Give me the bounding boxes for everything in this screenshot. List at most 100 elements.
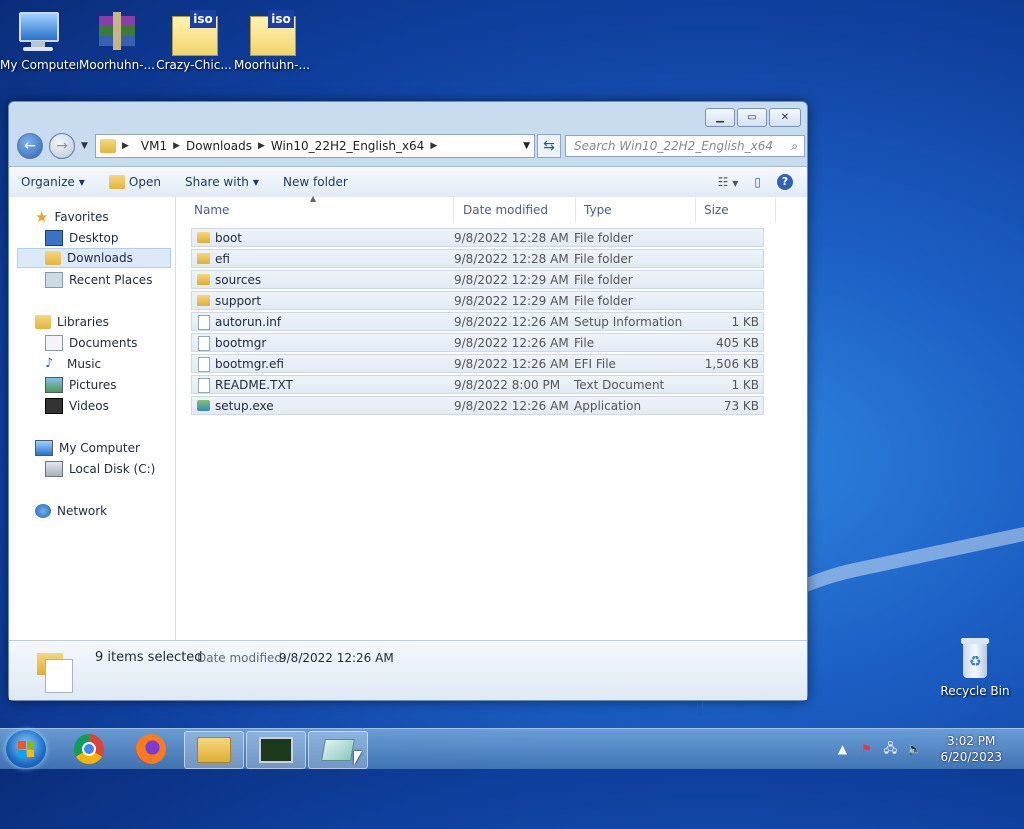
column-header-name[interactable]: Name ▲	[186, 194, 454, 223]
search-icon[interactable]: ⌕	[791, 139, 798, 154]
forward-button[interactable]: →	[49, 133, 75, 159]
details-pane: 9 items selected Date modified: 9/8/2022…	[9, 640, 807, 700]
table-row[interactable]: README.TXT 9/8/2022 8:00 PM Text Document 1…	[191, 375, 764, 394]
network-status-icon[interactable]: 🖧	[881, 739, 899, 760]
desktop-icon-moorhuhn-archive[interactable]: Moorhuhn-...	[78, 2, 156, 72]
nav-libraries[interactable]: Libraries	[35, 312, 109, 332]
breadcrumb-chevron-icon[interactable]: ▶	[430, 141, 437, 151]
file-date: 9/8/2022 12:29 AM	[454, 294, 569, 308]
documents-icon	[45, 335, 63, 351]
desktop-icon-moorhuhn-iso[interactable]: iso Moorhuhn-...	[233, 2, 311, 72]
show-hidden-icons-button[interactable]: ▲	[833, 742, 851, 756]
taskbar-windows-explorer[interactable]	[184, 731, 244, 769]
explorer-window[interactable]: ▁ ▭ ✕ ← → ▼ ▶ VM1 ▶ Downloads ▶ Win10_22…	[8, 101, 808, 701]
desktop-icon-recycle-bin[interactable]: ♻ Recycle Bin	[936, 628, 1014, 698]
organize-button[interactable]: Organize ▼	[9, 175, 97, 189]
share-with-label: Share with	[184, 175, 249, 189]
nav-label: Network	[57, 504, 108, 518]
nav-documents[interactable]: Documents	[45, 333, 137, 353]
nav-network[interactable]: Network	[35, 501, 107, 521]
maximize-button[interactable]: ▭	[737, 108, 767, 127]
recent-pages-dropdown-icon[interactable]: ▼	[81, 141, 88, 151]
file-name: bootmgr.efi	[215, 357, 284, 371]
column-header-type[interactable]: Type	[576, 197, 696, 223]
file-date: 9/8/2022 12:26 AM	[454, 315, 569, 329]
address-dropdown-icon[interactable]: ▼	[523, 141, 530, 151]
network-icon	[35, 504, 51, 518]
nav-desktop[interactable]: Desktop	[45, 228, 119, 248]
file-size: 405 KB	[716, 336, 759, 350]
breadcrumb-chevron-icon[interactable]: ▶	[258, 141, 265, 151]
help-icon[interactable]: ?	[777, 174, 793, 190]
chrome-icon	[74, 734, 104, 764]
breadcrumb-chevron-icon[interactable]: ▶	[173, 141, 180, 151]
file-size: 73 KB	[723, 399, 759, 413]
back-button[interactable]: ←	[17, 133, 43, 159]
search-input[interactable]: Search Win10_22H2_English_x64 ⌕	[565, 135, 805, 157]
file-type: File folder	[574, 273, 633, 287]
file-type: EFI File	[574, 357, 616, 371]
refresh-button[interactable]: ⇆	[537, 134, 561, 158]
table-row[interactable]: setup.exe 9/8/2022 12:26 AM Application 73 …	[191, 396, 764, 415]
nav-recent-places[interactable]: Recent Places	[45, 270, 152, 290]
table-row[interactable]: sources 9/8/2022 12:29 AM File folder	[191, 270, 764, 289]
start-button[interactable]	[6, 730, 46, 768]
navigation-pane: ★ Favorites Desktop Downloads Recent Pla…	[9, 197, 176, 640]
table-row[interactable]: boot 9/8/2022 12:28 AM File folder	[191, 228, 764, 247]
breadcrumb-win10-folder[interactable]: Win10_22H2_English_x64	[265, 139, 430, 153]
breadcrumb-vm1[interactable]: VM1	[135, 139, 173, 153]
command-bar: Organize ▼ Open Share with ▼ New folder …	[9, 166, 807, 198]
column-header-date[interactable]: Date modified	[455, 197, 576, 223]
chevron-down-icon: ▼	[252, 177, 260, 187]
table-row[interactable]: bootmgr.efi 9/8/2022 12:26 AM EFI File 1,50…	[191, 354, 764, 373]
breadcrumb-chevron-icon[interactable]: ▶	[116, 141, 135, 151]
taskbar-firefox[interactable]	[122, 731, 180, 767]
nav-my-computer[interactable]: My Computer	[35, 438, 140, 458]
caption-buttons: ▁ ▭ ✕	[705, 108, 801, 127]
minimize-button[interactable]: ▁	[705, 108, 735, 127]
table-row[interactable]: support 9/8/2022 12:29 AM File folder	[191, 291, 764, 310]
file-icon	[198, 357, 210, 372]
table-row[interactable]: autorun.inf 9/8/2022 12:26 AM Setup Inform…	[191, 312, 764, 331]
clock-date: 6/20/2023	[940, 750, 1002, 764]
table-row[interactable]: efi 9/8/2022 12:28 AM File folder	[191, 249, 764, 268]
nav-music[interactable]: ♪ Music	[45, 354, 101, 374]
desktop-icon-my-computer[interactable]: My Computer	[0, 2, 78, 72]
preview-pane-icon[interactable]: ▯	[754, 175, 761, 189]
nav-local-disk[interactable]: Local Disk (C:)	[45, 459, 155, 479]
action-center-warning-icon[interactable]: ⚑	[857, 742, 875, 756]
taskbar-chrome[interactable]	[60, 731, 118, 767]
open-label: Open	[128, 175, 161, 189]
new-folder-button[interactable]: New folder	[271, 175, 360, 189]
file-name: efi	[215, 252, 230, 266]
change-view-button[interactable]: ☷ ▼	[718, 175, 739, 189]
file-name: autorun.inf	[215, 315, 282, 329]
column-header-size[interactable]: Size	[696, 197, 776, 223]
nav-videos[interactable]: Videos	[45, 396, 109, 416]
volume-muted-icon[interactable]: 🔈	[905, 742, 923, 756]
open-button[interactable]: Open	[97, 175, 173, 189]
table-row[interactable]: bootmgr 9/8/2022 12:26 AM File 405 KB	[191, 333, 764, 352]
nav-pictures[interactable]: Pictures	[45, 375, 117, 395]
close-button[interactable]: ✕	[769, 108, 801, 127]
column-label: Date modified	[463, 203, 549, 217]
file-name: sources	[215, 273, 262, 287]
nav-favorites[interactable]: ★ Favorites	[35, 207, 109, 227]
file-icon	[198, 378, 210, 393]
breadcrumb-downloads[interactable]: Downloads	[180, 139, 258, 153]
desktop-icon-crazy-chicken-iso[interactable]: iso Crazy-Chic...	[155, 2, 233, 72]
file-name: bootmgr	[215, 336, 267, 350]
multiple-files-icon	[37, 649, 73, 693]
explorer-folder-icon	[197, 737, 231, 763]
nav-downloads[interactable]: Downloads	[17, 248, 171, 268]
hard-disk-icon	[45, 461, 63, 477]
clock[interactable]: 3:02 PM 6/20/2023	[940, 733, 1002, 765]
libraries-icon	[35, 315, 51, 329]
file-date: 9/8/2022 12:26 AM	[454, 399, 569, 413]
folder-icon	[197, 274, 210, 285]
videos-icon	[45, 398, 63, 414]
address-bar[interactable]: ▶ VM1 ▶ Downloads ▶ Win10_22H2_English_x…	[95, 134, 535, 158]
share-with-button[interactable]: Share with ▼	[173, 175, 271, 189]
taskbar-task-manager[interactable]	[246, 731, 306, 769]
file-type: Text Document	[574, 378, 665, 392]
